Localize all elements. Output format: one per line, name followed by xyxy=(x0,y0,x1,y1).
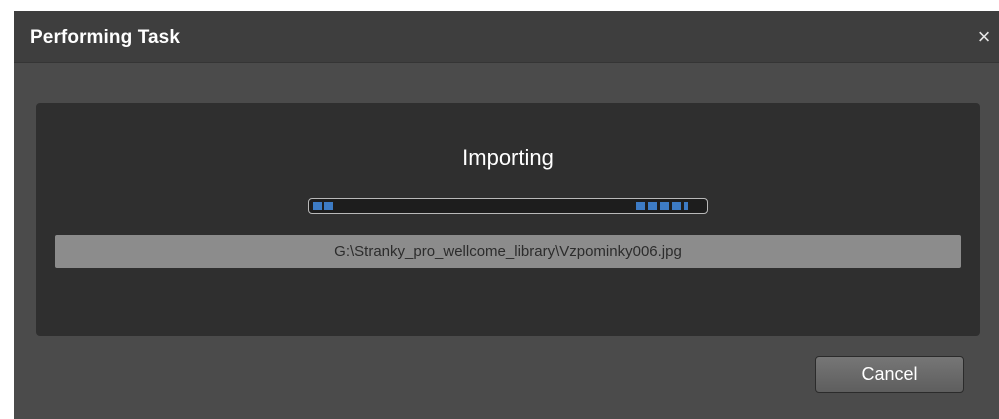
task-status-text: Importing xyxy=(462,145,554,170)
task-panel: Importing G:\Stranky_pro_wellcome_librar… xyxy=(36,103,980,336)
progress-segment xyxy=(660,202,669,210)
progress-segment xyxy=(684,202,688,210)
progress-segment xyxy=(313,202,322,210)
close-icon[interactable]: × xyxy=(969,24,999,50)
dialog-titlebar: Performing Task × xyxy=(14,11,999,63)
progress-segment xyxy=(636,202,645,210)
cancel-button[interactable]: Cancel xyxy=(815,356,964,393)
progress-segment xyxy=(324,202,333,210)
current-file-path: G:\Stranky_pro_wellcome_library\Vzpomink… xyxy=(55,235,961,268)
progress-segment xyxy=(648,202,657,210)
performing-task-dialog: Performing Task × Importing G:\Stranky_p… xyxy=(14,11,999,419)
progress-segment xyxy=(672,202,681,210)
dialog-title: Performing Task xyxy=(30,27,181,48)
progress-bar xyxy=(308,198,708,214)
